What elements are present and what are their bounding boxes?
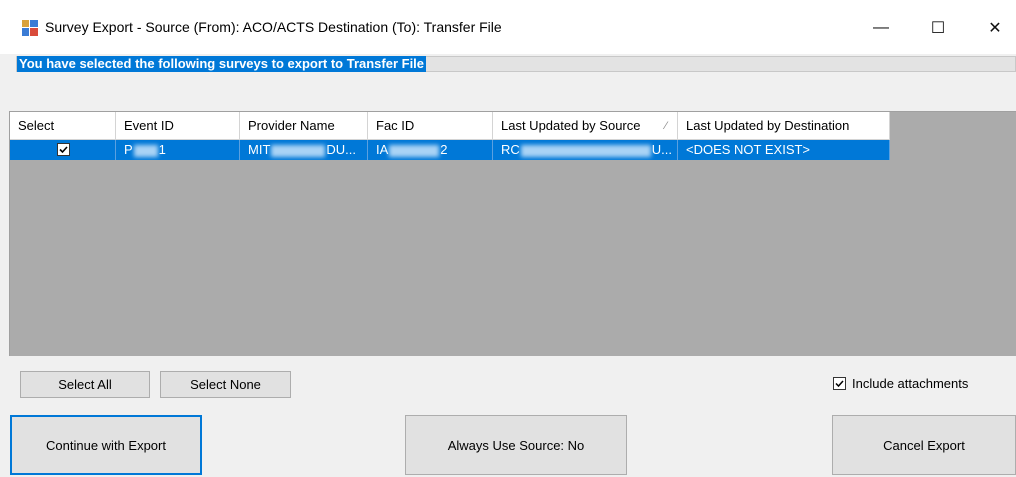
include-attachments-checkbox[interactable]: Include attachments (833, 374, 968, 392)
minimize-button[interactable]: — (858, 10, 904, 46)
column-header-last-updated-source[interactable]: Last Updated by Source ⁄ (493, 112, 678, 140)
close-button[interactable]: ✕ (972, 10, 1016, 46)
survey-grid[interactable]: Select Event ID Provider Name Fac ID Las… (9, 111, 1016, 356)
event-id-cell: P1 (116, 140, 240, 160)
continue-export-button[interactable]: Continue with Export (10, 415, 202, 475)
checkmark-icon (59, 146, 68, 154)
maximize-button[interactable]: ☐ (915, 10, 961, 46)
provider-end: DU... (326, 142, 357, 157)
column-header-select[interactable]: Select (10, 112, 116, 140)
title-bar: Survey Export - Source (From): ACO/ACTS … (0, 0, 1016, 54)
last-updated-source-cell: RC U... (493, 140, 678, 160)
always-use-source-button[interactable]: Always Use Source: No (405, 415, 627, 475)
provider-name-cell: MIT DU... (240, 140, 368, 160)
column-header-last-updated-destination[interactable]: Last Updated by Destination (678, 112, 890, 140)
redaction (271, 144, 326, 157)
include-attachments-label: Include attachments (852, 375, 969, 391)
source-start: RC (501, 142, 520, 157)
redaction (133, 144, 158, 157)
window-title: Survey Export - Source (From): ACO/ACTS … (45, 19, 502, 35)
redaction (520, 144, 651, 157)
select-cell[interactable] (10, 140, 116, 160)
column-header-provider-name[interactable]: Provider Name (240, 112, 368, 140)
event-id-end: 1 (158, 142, 166, 157)
source-end: U... (651, 142, 673, 157)
table-row[interactable]: P1 MIT DU... IA 2 RC U... <DOES NOT EXIST> (10, 140, 890, 160)
include-attachments-box[interactable] (833, 376, 846, 390)
app-icon (22, 20, 38, 36)
row-select-checkbox[interactable] (57, 143, 70, 156)
fac-id-start: IA (376, 142, 389, 157)
redaction (389, 144, 440, 157)
provider-start: MIT (248, 142, 271, 157)
checkmark-icon (835, 379, 844, 387)
column-header-label: Last Updated by Source (501, 118, 641, 133)
cancel-export-button[interactable]: Cancel Export (832, 415, 1016, 475)
select-all-button[interactable]: Select All (20, 371, 150, 398)
event-id-start: P (124, 142, 133, 157)
column-header-event-id[interactable]: Event ID (116, 112, 240, 140)
fac-id-cell: IA 2 (368, 140, 493, 160)
column-header-fac-id[interactable]: Fac ID (368, 112, 493, 140)
selection-banner: You have selected the following surveys … (17, 56, 427, 72)
sort-indicator-icon: ⁄ (665, 120, 667, 132)
fac-id-end: 2 (440, 142, 448, 157)
select-none-button[interactable]: Select None (160, 371, 291, 398)
last-updated-destination-cell: <DOES NOT EXIST> (678, 140, 890, 160)
